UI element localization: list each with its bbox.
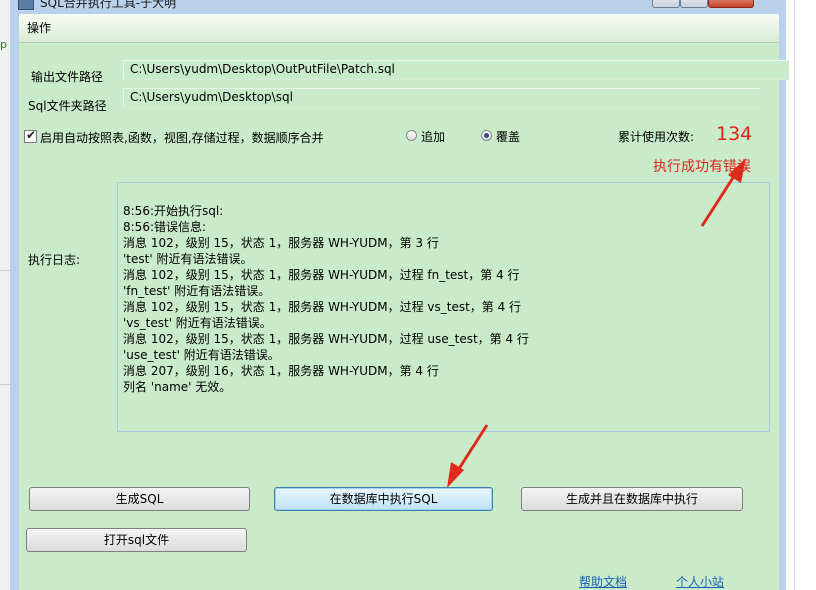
annotation-arrows (447, 158, 746, 488)
annotation-arrow-execute (447, 424, 489, 488)
annotation-arrow-status (700, 158, 746, 227)
